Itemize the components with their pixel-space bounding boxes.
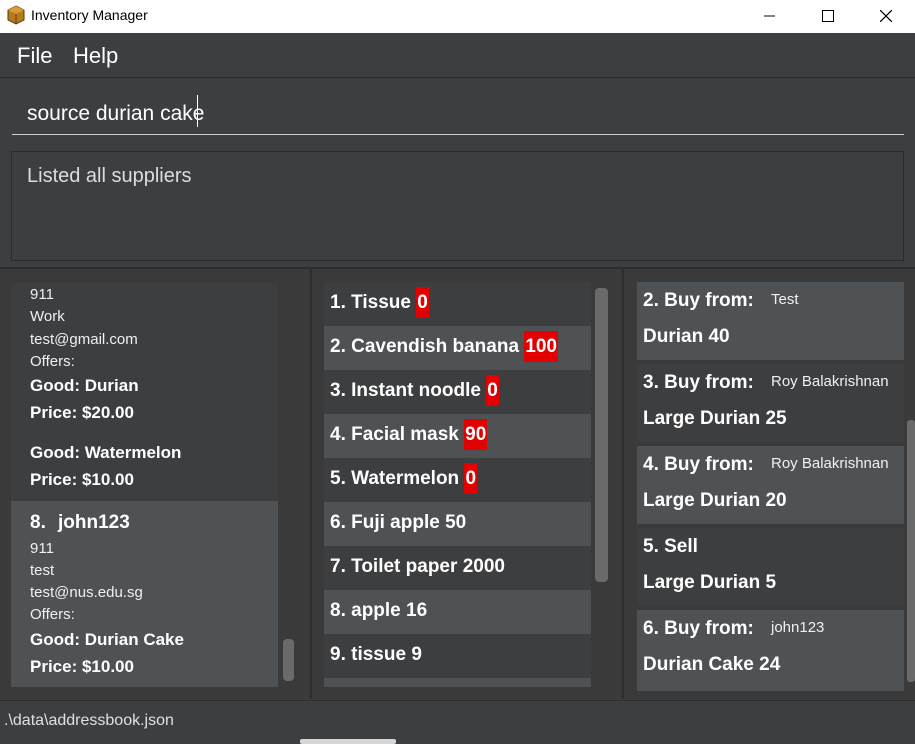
order-header: 3. Buy from: <box>643 372 754 393</box>
inventory-item-label: 9. tissue 9 <box>330 644 422 666</box>
inventory-scrollbar-thumb[interactable] <box>595 288 608 582</box>
inventory-item[interactable]: 5. Watermelon 0 <box>324 458 591 502</box>
order-card[interactable]: 2. Buy from: Test Durian 40 <box>637 282 904 360</box>
supplier-name: john123 <box>58 512 130 533</box>
text-caret <box>197 95 198 127</box>
inventory-item-label: 4. Facial mask 90 <box>330 419 488 450</box>
app-box-icon <box>7 5 25 25</box>
inventory-item[interactable]: 1. Tissue 0 <box>324 282 591 326</box>
inventory-item[interactable]: 7. Toilet paper 2000 <box>324 546 591 590</box>
list-item-partial <box>324 678 591 687</box>
low-stock-badge: 0 <box>464 463 478 494</box>
supplier-tag: Work <box>30 308 65 325</box>
order-supplier-name: john123 <box>771 619 825 636</box>
item-quantity: 2000 <box>462 556 505 577</box>
offer-price: Price: $10.00 <box>30 470 134 489</box>
inventory-item[interactable]: 9. tissue 9 <box>324 634 591 678</box>
supplier-tag: test <box>30 562 55 579</box>
item-name: 1. Tissue <box>330 292 411 313</box>
order-header: 6. Buy from: <box>643 618 754 639</box>
order-item: Durian 40 <box>643 326 730 347</box>
supplier-card-selected[interactable]: 8. john123 911 test test@nus.edu.sg Offe… <box>11 501 278 687</box>
item-name: 2. Cavendish banana <box>330 336 520 357</box>
inventory-item[interactable]: 6. Fuji apple 50 <box>324 502 591 546</box>
offer-good: Good: Durian <box>30 376 139 395</box>
order-scrollbar-thumb[interactable] <box>907 420 915 682</box>
supplier-card[interactable]: 911 Work test@gmail.com Offers: Good: Du… <box>11 283 278 501</box>
item-name: 8. apple <box>330 600 401 621</box>
order-supplier-name: Roy Balakrishnan <box>771 373 889 390</box>
command-box <box>0 79 915 145</box>
item-name: 4. Facial mask <box>330 424 459 445</box>
supplier-email: test@gmail.com <box>30 331 138 348</box>
inventory-item-label: 5. Watermelon 0 <box>330 463 478 494</box>
order-card[interactable]: 4. Buy from: Roy Balakrishnan Large Durian… <box>637 446 904 524</box>
menu-bar: File Help <box>0 33 915 78</box>
order-header: 2. Buy from: <box>643 290 754 311</box>
order-header: 4. Buy from: <box>643 454 754 475</box>
inventory-item[interactable]: 4. Facial mask 90 <box>324 414 591 458</box>
item-quantity: 50 <box>445 512 467 533</box>
inventory-item-label: 3. Instant noodle 0 <box>330 375 499 406</box>
offers-label: Offers: <box>30 606 75 623</box>
supplier-phone: 911 <box>30 540 54 557</box>
supplier-phone: 911 <box>30 286 54 303</box>
maximize-button[interactable] <box>805 0 851 32</box>
supplier-index: 8. <box>30 512 46 533</box>
menu-help[interactable]: Help <box>73 43 118 69</box>
low-stock-badge: 90 <box>464 419 488 450</box>
item-name: 3. Instant noodle <box>330 380 481 401</box>
command-input[interactable] <box>12 93 904 135</box>
supplier-scrollbar-thumb[interactable] <box>283 639 294 681</box>
order-supplier-name: Roy Balakrishnan <box>771 455 889 472</box>
result-message: Listed all suppliers <box>27 165 192 187</box>
title-bar: Inventory Manager <box>0 0 915 33</box>
data-file-path: .\data\addressbook.json <box>4 712 174 729</box>
menu-file[interactable]: File <box>17 43 52 69</box>
offer-price: Price: $10.00 <box>30 657 134 676</box>
item-quantity: 16 <box>406 600 428 621</box>
offer-good: Good: Watermelon <box>30 443 182 462</box>
result-display: Listed all suppliers <box>11 151 904 261</box>
offer-price: Price: $20.00 <box>30 403 134 422</box>
minimize-icon <box>764 15 775 17</box>
low-stock-badge: 0 <box>486 375 499 406</box>
order-item: Durian Cake 24 <box>643 654 781 675</box>
minimize-button[interactable] <box>747 0 793 32</box>
low-stock-badge: 100 <box>524 331 558 362</box>
taskbar-strip <box>300 739 396 744</box>
inventory-item-label: 2. Cavendish banana 100 <box>330 331 558 362</box>
item-quantity: 9 <box>411 644 422 665</box>
order-supplier-name: Test <box>771 291 799 308</box>
window-title: Inventory Manager <box>31 7 148 23</box>
order-card[interactable]: 5. Sell Large Durian 5 <box>637 528 904 606</box>
inventory-item-label: 1. Tissue 0 <box>330 287 429 318</box>
order-item: Large Durian 20 <box>643 490 787 511</box>
order-item: Large Durian 25 <box>643 408 787 429</box>
inventory-item[interactable]: 2. Cavendish banana 100 <box>324 326 591 370</box>
inventory-item-label: 8. apple 16 <box>330 600 427 622</box>
inventory-item[interactable]: 8. apple 16 <box>324 590 591 634</box>
offers-label: Offers: <box>30 353 75 370</box>
item-name: 6. Fuji apple <box>330 512 440 533</box>
status-bar: .\data\addressbook.json <box>0 700 915 744</box>
item-name: 9. tissue <box>330 644 407 665</box>
item-name: 7. Toilet paper <box>330 556 458 577</box>
order-item: Large Durian 5 <box>643 572 777 593</box>
order-header: 5. Sell <box>643 536 698 557</box>
offer-good: Good: Durian Cake <box>30 630 184 649</box>
close-icon <box>880 10 892 22</box>
inventory-item[interactable]: 3. Instant noodle 0 <box>324 370 591 414</box>
low-stock-badge: 0 <box>416 287 429 318</box>
order-card[interactable]: 6. Buy from: john123 Durian Cake 24 <box>637 610 904 691</box>
inventory-item-label: 6. Fuji apple 50 <box>330 512 466 534</box>
maximize-icon <box>822 10 834 22</box>
supplier-email: test@nus.edu.sg <box>30 584 143 601</box>
inventory-item-label: 7. Toilet paper 2000 <box>330 556 505 578</box>
order-card[interactable]: 3. Buy from: Roy Balakrishnan Large Durian… <box>637 364 904 442</box>
item-name: 5. Watermelon <box>330 468 460 489</box>
close-button[interactable] <box>863 0 909 32</box>
